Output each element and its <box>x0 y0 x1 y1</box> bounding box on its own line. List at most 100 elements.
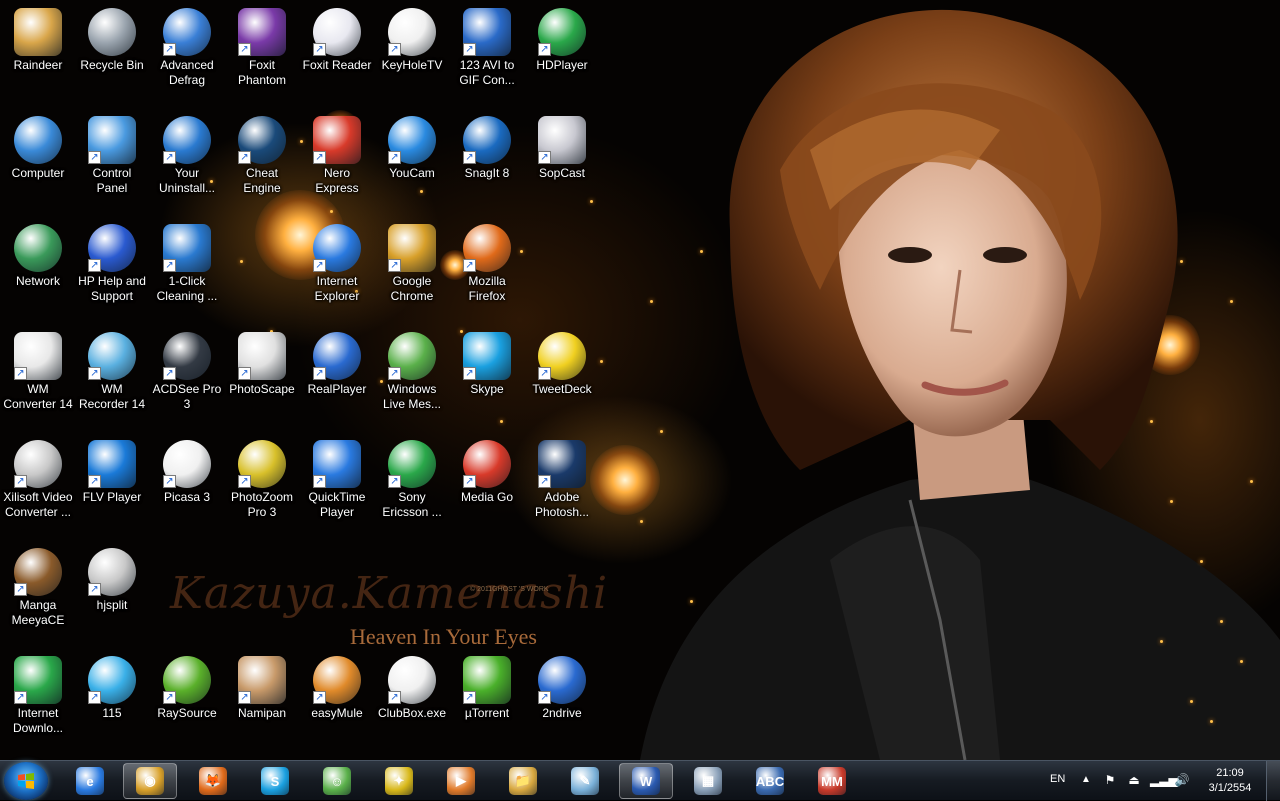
desktop-icon-advanced-defrag[interactable]: ↗ Advanced Defrag <box>149 2 225 106</box>
taskbar-button-calculator[interactable]: ▦ <box>681 763 735 799</box>
desktop-icon-label: Xilisoft Video Converter ... <box>3 490 73 519</box>
shortcut-arrow-icon: ↗ <box>313 259 326 272</box>
safely-remove-hardware-icon[interactable]: ⏏ <box>1126 773 1142 789</box>
signal-strength-icon[interactable]: ▂▃▅ <box>1150 773 1178 789</box>
taskbar-button-abc-dictionary[interactable]: ABC <box>743 763 797 799</box>
desktop-icon-utorrent[interactable]: ↗ µTorrent <box>449 650 525 754</box>
desktop-icon-firefox[interactable]: ↗ Mozilla Firefox <box>449 218 525 322</box>
desktop-icon-sopcast[interactable]: ↗ SopCast <box>524 110 600 214</box>
volume-icon[interactable]: 🔊 <box>1174 773 1190 789</box>
taskbar-button-chrome[interactable]: ◉ <box>123 763 177 799</box>
taskbar-button-word[interactable]: W <box>619 763 673 799</box>
taskbar-button-media-player[interactable]: ▶ <box>434 763 488 799</box>
desktop-icon-help[interactable]: ↗ HP Help and Support <box>74 218 150 322</box>
desktop-icon-realplayer[interactable]: ↗ RealPlayer <box>299 326 375 430</box>
desktop-icon-skype[interactable]: ↗ Skype <box>449 326 525 430</box>
shortcut-arrow-icon: ↗ <box>313 475 326 488</box>
shortcut-arrow-icon: ↗ <box>388 151 401 164</box>
desktop-icon-clubbox[interactable]: ↗ ClubBox.exe <box>374 650 450 754</box>
start-button[interactable] <box>4 762 48 800</box>
desktop-icon-foxit-phantom[interactable]: ↗ Foxit Phantom <box>224 2 300 106</box>
desktop-icon-2ndrive[interactable]: ↗ 2ndrive <box>524 650 600 754</box>
taskbar-button-mma-app[interactable]: MM <box>805 763 859 799</box>
taskbar-button-tweetdeck[interactable]: ✦ <box>372 763 426 799</box>
desktop-icon-internet-download-manager[interactable]: ↗ Internet Downlo... <box>0 650 76 754</box>
taskbar-button-file-explorer[interactable]: 📁 <box>496 763 550 799</box>
sparkle <box>690 600 693 603</box>
one-click-cleaning-icon: ↗ <box>163 224 211 272</box>
desktop-icon-one-click-cleaning[interactable]: ↗ 1-Click Cleaning ... <box>149 218 225 322</box>
shortcut-arrow-icon: ↗ <box>14 367 27 380</box>
desktop-icon-youcam[interactable]: ↗ YouCam <box>374 110 450 214</box>
desktop-icon-foxit-reader[interactable]: ↗ Foxit Reader <box>299 2 375 106</box>
desktop-icon-chrome[interactable]: ↗ Google Chrome <box>374 218 450 322</box>
desktop-icon-your-uninstaller[interactable]: ↗ Your Uninstall... <box>149 110 225 214</box>
desktop-icon-keyholetv[interactable]: ↗ KeyHoleTV <box>374 2 450 106</box>
namipan-icon: ↗ <box>238 656 286 704</box>
desktop-icon-photoshop[interactable]: ↗ Adobe Photosh... <box>524 434 600 538</box>
desktop-icon-label: FLV Player <box>82 490 142 504</box>
desktop-icon-flv-player[interactable]: ↗ FLV Player <box>74 434 150 538</box>
taskbar-button-live-messenger[interactable]: ☺ <box>310 763 364 799</box>
windows-logo-icon <box>18 773 34 789</box>
your-uninstaller-icon: ↗ <box>163 116 211 164</box>
desktop-icon-quicktime[interactable]: ↗ QuickTime Player <box>299 434 375 538</box>
shortcut-arrow-icon: ↗ <box>388 691 401 704</box>
desktop-icon-snagit[interactable]: ↗ SnagIt 8 <box>449 110 525 214</box>
taskbar-button-notepad[interactable]: ✎ <box>558 763 612 799</box>
desktop-icon-label: SnagIt 8 <box>464 166 510 180</box>
desktop-icon-manga-meeya[interactable]: ↗ Manga MeeyaCE <box>0 542 76 646</box>
desktop-icon-label: hjsplit <box>96 598 128 612</box>
desktop-icon-recycle-bin[interactable]: Recycle Bin <box>74 2 150 106</box>
desktop-icon-media-go[interactable]: ↗ Media Go <box>449 434 525 538</box>
desktop-icon-115[interactable]: ↗ 115 <box>74 650 150 754</box>
desktop-icon-sony-ericsson[interactable]: ↗ Sony Ericsson ... <box>374 434 450 538</box>
desktop-icon-wm-converter[interactable]: ↗ WM Converter 14 <box>0 326 76 430</box>
action-center-flag-icon[interactable]: ⚑ <box>1102 773 1118 789</box>
desktop-icon-acdsee[interactable]: ↗ ACDSee Pro 3 <box>149 326 225 430</box>
desktop-icon-picasa[interactable]: ↗ Picasa 3 <box>149 434 225 538</box>
desktop-icon-tweetdeck[interactable]: ↗ TweetDeck <box>524 326 600 430</box>
show-hidden-icons-chevron-icon[interactable]: ▲ <box>1081 774 1091 785</box>
desktop-icon-raysource[interactable]: ↗ RaySource <box>149 650 225 754</box>
show-desktop-button[interactable] <box>1266 761 1280 801</box>
desktop-icon-nero-express[interactable]: ↗ Nero Express <box>299 110 375 214</box>
desktop-icon-control-panel[interactable]: ↗ Control Panel <box>74 110 150 214</box>
desktop-icon-user-folder[interactable]: Raindeer <box>0 2 76 106</box>
help-icon: ↗ <box>88 224 136 272</box>
taskbar-button-firefox[interactable]: 🦊 <box>186 763 240 799</box>
desktop-icon-hdplayer[interactable]: ↗ HDPlayer <box>524 2 600 106</box>
desktop-icon-cheat-engine[interactable]: ↗ Cheat Engine <box>224 110 300 214</box>
desktop-icon-live-messenger[interactable]: ↗ Windows Live Mes... <box>374 326 450 430</box>
clubbox-icon: ↗ <box>388 656 436 704</box>
desktop-icon-avi-to-gif[interactable]: ↗ 123 AVI to GIF Con... <box>449 2 525 106</box>
desktop-icon-wm-recorder[interactable]: ↗ WM Recorder 14 <box>74 326 150 430</box>
desktop-icon-label: Control Panel <box>92 166 132 195</box>
desktop-icon-network[interactable]: Network <box>0 218 76 322</box>
desktop-icon-easymule[interactable]: ↗ easyMule <box>299 650 375 754</box>
desktop-icon-label: Windows Live Mes... <box>382 382 442 411</box>
desktop-icon-hjsplit[interactable]: ↗ hjsplit <box>74 542 150 646</box>
desktop-icon-label: HP Help and Support <box>78 274 146 303</box>
desktop-icon-label: PhotoZoom Pro 3 <box>230 490 294 519</box>
sparkle <box>640 520 643 523</box>
desktop-icon-film-reel[interactable]: ↗ Xilisoft Video Converter ... <box>0 434 76 538</box>
tweetdeck-icon: ✦ <box>385 767 413 795</box>
desktop-icon-photoscape[interactable]: ↗ PhotoScape <box>224 326 300 430</box>
language-indicator[interactable]: EN <box>1050 773 1065 785</box>
shortcut-arrow-icon: ↗ <box>463 151 476 164</box>
desktop-icon-computer[interactable]: Computer <box>0 110 76 214</box>
desktop-icon-namipan[interactable]: ↗ Namipan <box>224 650 300 754</box>
foxit-reader-icon: ↗ <box>313 8 361 56</box>
taskbar-button-internet-explorer[interactable]: e <box>63 763 117 799</box>
portrait-photo <box>640 9 1280 760</box>
clock[interactable]: 21:09 3/1/2554 <box>1200 766 1260 796</box>
file-explorer-icon: 📁 <box>509 767 537 795</box>
desktop-icon-label: Adobe Photosh... <box>534 490 590 519</box>
desktop-icon-internet-explorer[interactable]: ↗ Internet Explorer <box>299 218 375 322</box>
desktop-icon-label: WM Recorder 14 <box>78 382 146 411</box>
desktop-icon-photozoom[interactable]: ↗ PhotoZoom Pro 3 <box>224 434 300 538</box>
desktop-icon-label: µTorrent <box>464 706 510 720</box>
sony-ericsson-icon: ↗ <box>388 440 436 488</box>
taskbar-button-skype[interactable]: S <box>248 763 302 799</box>
